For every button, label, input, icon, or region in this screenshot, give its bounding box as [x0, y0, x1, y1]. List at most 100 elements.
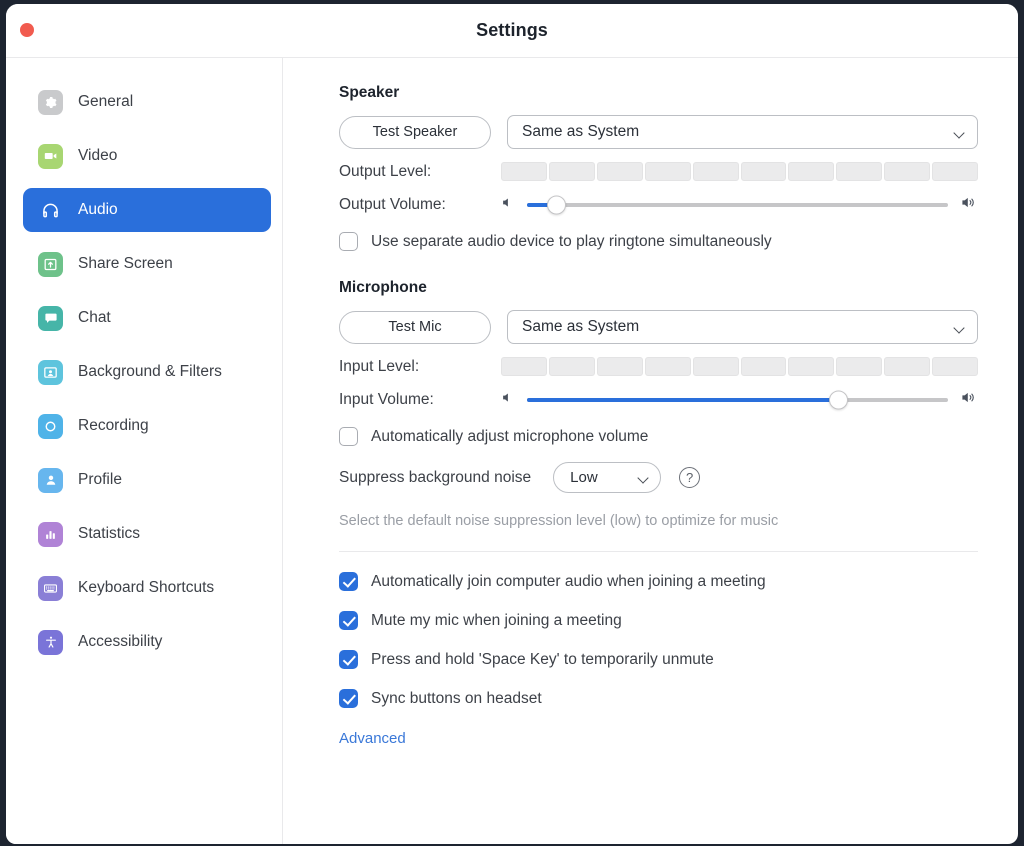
- input-volume-fill: [527, 398, 839, 402]
- speaker-device-row: Test Speaker Same as System: [339, 115, 978, 149]
- auto-adjust-mic-checkbox[interactable]: [339, 427, 358, 446]
- chevron-down-icon: [954, 324, 965, 331]
- meter-segment: [692, 357, 739, 376]
- meter-segment: [788, 162, 835, 181]
- speaker-device-value: Same as System: [522, 123, 640, 140]
- suppress-noise-hint: Select the default noise suppression lev…: [339, 513, 779, 529]
- input-volume-row: Input Volume:: [339, 389, 978, 411]
- space-key-unmute-label: Press and hold 'Space Key' to temporaril…: [371, 650, 714, 668]
- headphones-icon: [38, 198, 63, 223]
- output-volume-label: Output Volume:: [339, 196, 446, 213]
- suppress-noise-value: Low: [570, 469, 598, 486]
- sidebar-item-label: Background & Filters: [78, 363, 222, 380]
- sidebar-item-share-screen[interactable]: Share Screen: [23, 242, 271, 286]
- settings-window: Settings General Video Audio Share Scree…: [6, 4, 1018, 844]
- sidebar-item-label: Accessibility: [78, 633, 163, 650]
- auto-adjust-mic-label: Automatically adjust microphone volume: [371, 427, 649, 445]
- record-circle-icon: [38, 413, 63, 439]
- meter-segment: [644, 162, 691, 181]
- sidebar-item-label: Chat: [78, 309, 111, 326]
- sidebar-item-recording[interactable]: Recording: [23, 404, 271, 448]
- advanced-link[interactable]: Advanced: [339, 730, 406, 747]
- input-volume-track[interactable]: [527, 390, 948, 410]
- meter-segment: [884, 162, 931, 181]
- input-level-label: Input Level:: [339, 357, 420, 375]
- volume-high-icon: [959, 194, 978, 216]
- audio-settings-pane: Speaker Test Speaker Same as System Outp…: [283, 58, 1018, 844]
- ringtone-device-checkbox[interactable]: [339, 232, 358, 251]
- auto-join-audio-checkbox[interactable]: [339, 572, 358, 591]
- help-icon[interactable]: ?: [679, 467, 701, 488]
- accessibility-icon: [38, 629, 63, 655]
- suppress-noise-label: Suppress background noise: [339, 468, 532, 486]
- sidebar: General Video Audio Share Screen Chat Ba…: [6, 58, 283, 844]
- section-divider: [339, 551, 978, 552]
- auto-join-audio-row: Automatically join computer audio when j…: [339, 572, 978, 591]
- meter-segment: [884, 357, 931, 376]
- auto-join-audio-label: Automatically join computer audio when j…: [371, 572, 766, 590]
- sidebar-item-accessibility[interactable]: Accessibility: [23, 620, 271, 664]
- share-screen-icon: [38, 251, 63, 277]
- sidebar-item-label: Keyboard Shortcuts: [78, 579, 215, 596]
- meter-segment: [740, 357, 787, 376]
- window-title: Settings: [476, 20, 548, 40]
- meter-segment: [596, 162, 643, 181]
- meter-segment: [548, 357, 595, 376]
- space-key-unmute-row: Press and hold 'Space Key' to temporaril…: [339, 650, 978, 669]
- close-button[interactable]: [20, 23, 34, 37]
- volume-low-icon: [501, 195, 516, 215]
- sidebar-item-video[interactable]: Video: [23, 134, 271, 178]
- meter-segment: [836, 162, 883, 181]
- suppress-noise-select[interactable]: Low: [553, 462, 662, 493]
- meter-segment: [692, 162, 739, 181]
- volume-high-icon: [959, 389, 978, 411]
- meter-segment: [644, 357, 691, 376]
- sidebar-item-keyboard-shortcuts[interactable]: Keyboard Shortcuts: [23, 566, 271, 610]
- mute-on-join-checkbox[interactable]: [339, 611, 358, 630]
- test-mic-button[interactable]: Test Mic: [339, 310, 491, 344]
- sidebar-item-label: Statistics: [78, 525, 141, 542]
- keyboard-icon: [38, 575, 63, 601]
- output-volume-thumb[interactable]: [546, 195, 566, 215]
- sidebar-item-chat[interactable]: Chat: [23, 296, 271, 340]
- speaker-device-select[interactable]: Same as System: [507, 115, 978, 149]
- meter-segment: [932, 357, 979, 376]
- settings-body: General Video Audio Share Screen Chat Ba…: [6, 58, 1018, 844]
- person-icon: [38, 467, 63, 493]
- meter-segment: [548, 162, 595, 181]
- title-bar: Settings: [6, 4, 1018, 58]
- sync-headset-buttons-label: Sync buttons on headset: [371, 689, 542, 707]
- ringtone-device-checkbox-row: Use separate audio device to play ringto…: [339, 232, 978, 251]
- sync-headset-buttons-checkbox[interactable]: [339, 689, 358, 708]
- sidebar-item-label: General: [78, 93, 134, 110]
- output-level-meter: [501, 162, 979, 181]
- volume-low-icon: [501, 390, 516, 410]
- sidebar-item-profile[interactable]: Profile: [23, 458, 271, 502]
- input-level-meter: [501, 357, 979, 376]
- ringtone-device-label: Use separate audio device to play ringto…: [371, 232, 772, 250]
- meter-segment: [501, 357, 547, 376]
- sidebar-item-background-filters[interactable]: Background & Filters: [23, 350, 271, 394]
- test-speaker-button[interactable]: Test Speaker: [339, 115, 491, 149]
- sidebar-item-statistics[interactable]: Statistics: [23, 512, 271, 556]
- meter-segment: [596, 357, 643, 376]
- output-volume-track[interactable]: [527, 195, 948, 215]
- sidebar-item-label: Recording: [78, 417, 149, 434]
- meter-segment: [740, 162, 787, 181]
- auto-adjust-mic-checkbox-row: Automatically adjust microphone volume: [339, 427, 978, 446]
- input-volume-label: Input Volume:: [339, 391, 434, 408]
- bar-chart-icon: [38, 521, 63, 547]
- sync-headset-buttons-row: Sync buttons on headset: [339, 689, 978, 708]
- video-camera-icon: [38, 143, 63, 169]
- input-volume-slider[interactable]: [501, 389, 978, 411]
- sidebar-item-general[interactable]: General: [23, 80, 271, 124]
- input-volume-thumb[interactable]: [829, 390, 849, 410]
- sidebar-item-audio[interactable]: Audio: [23, 188, 271, 232]
- meter-segment: [501, 162, 547, 181]
- microphone-device-select[interactable]: Same as System: [507, 310, 978, 344]
- microphone-heading: Microphone: [339, 279, 427, 296]
- output-volume-slider[interactable]: [501, 194, 978, 216]
- sidebar-item-label: Profile: [78, 471, 122, 488]
- sidebar-item-label: Video: [78, 147, 118, 164]
- space-key-unmute-checkbox[interactable]: [339, 650, 358, 669]
